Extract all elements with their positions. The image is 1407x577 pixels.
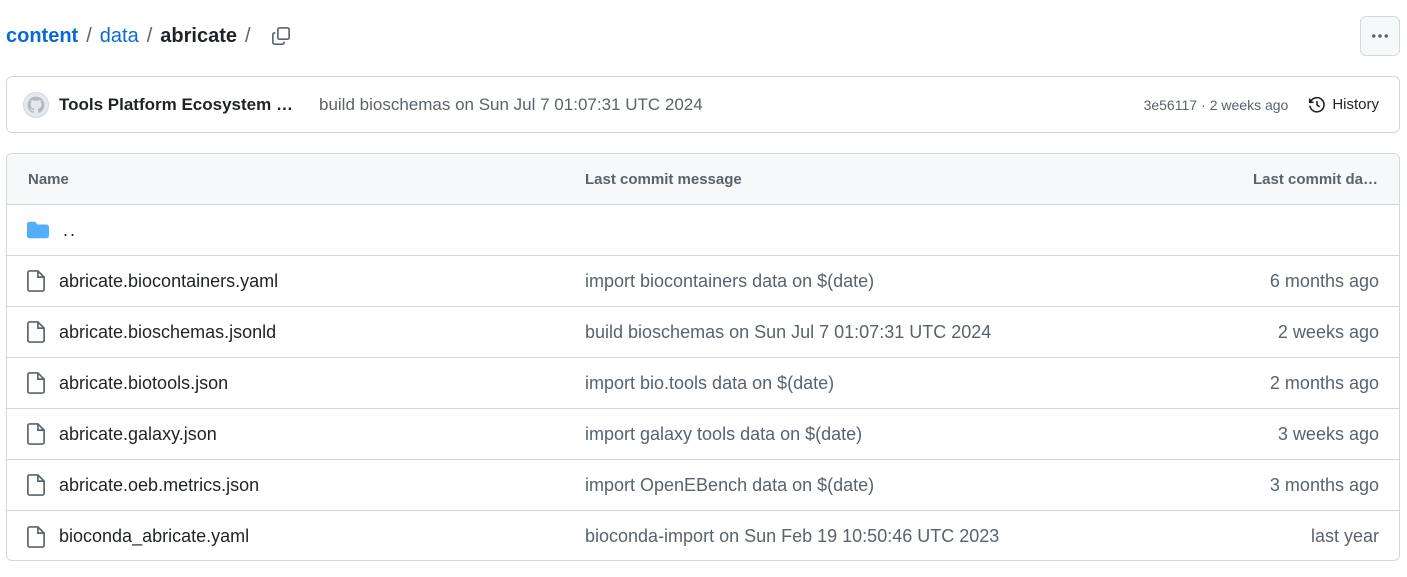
github-mark-icon bbox=[27, 96, 45, 113]
file-commit-message[interactable]: import bio.tools data on $(date) bbox=[585, 373, 834, 394]
file-name-link[interactable]: abricate.oeb.metrics.json bbox=[59, 475, 259, 496]
history-button[interactable]: History bbox=[1308, 96, 1379, 114]
history-icon bbox=[1309, 96, 1326, 113]
more-options-button[interactable] bbox=[1360, 16, 1400, 56]
table-row[interactable]: abricate.galaxy.json import galaxy tools… bbox=[7, 409, 1399, 460]
column-header-message: Last commit message bbox=[585, 170, 742, 188]
repo-directory-page: content / data / abricate / Tools Platfo… bbox=[0, 0, 1407, 577]
file-name-cell: abricate.bioschemas.jsonld bbox=[27, 321, 276, 343]
file-name-link[interactable]: abricate.galaxy.json bbox=[59, 424, 217, 445]
file-commit-message[interactable]: import biocontainers data on $(date) bbox=[585, 271, 874, 292]
column-header-name: Name bbox=[28, 170, 69, 188]
file-name-cell: abricate.oeb.metrics.json bbox=[27, 474, 259, 496]
file-commit-message[interactable]: bioconda-import on Sun Feb 19 10:50:46 U… bbox=[585, 526, 999, 547]
file-commit-message[interactable]: build bioschemas on Sun Jul 7 01:07:31 U… bbox=[585, 322, 991, 343]
history-label: History bbox=[1332, 96, 1379, 113]
file-icon bbox=[27, 270, 45, 292]
file-commit-date: 3 months ago bbox=[1269, 474, 1379, 495]
commit-author[interactable]: Tools Platform Ecosystem … bbox=[59, 95, 305, 115]
file-commit-date: 2 months ago bbox=[1269, 372, 1379, 393]
file-commit-message[interactable]: import OpenEBench data on $(date) bbox=[585, 475, 874, 496]
avatar[interactable] bbox=[23, 91, 49, 118]
file-commit-date: 6 months ago bbox=[1269, 270, 1379, 291]
breadcrumb-item-data[interactable]: data bbox=[100, 25, 139, 48]
file-name-cell: bioconda_abricate.yaml bbox=[27, 525, 249, 548]
breadcrumb-separator: / bbox=[86, 24, 92, 47]
breadcrumb-item-content[interactable]: content bbox=[6, 25, 78, 48]
breadcrumb-separator: / bbox=[245, 24, 251, 47]
table-header: Name Last commit message Last commit da… bbox=[7, 154, 1399, 205]
breadcrumb-separator: / bbox=[146, 24, 153, 47]
file-commit-date: 3 weeks ago bbox=[1277, 423, 1379, 444]
commit-age: 2 weeks ago bbox=[1209, 96, 1289, 113]
table-row[interactable]: bioconda_abricate.yaml bioconda-import o… bbox=[7, 511, 1399, 560]
table-row[interactable]: abricate.bioschemas.jsonld build biosche… bbox=[7, 307, 1399, 358]
commit-meta: 3e56117 · 2 weeks ago History bbox=[1144, 96, 1379, 114]
meta-separator: · bbox=[1201, 96, 1206, 113]
file-commit-message[interactable]: import galaxy tools data on $(date) bbox=[585, 424, 862, 445]
file-name-cell: abricate.biotools.json bbox=[27, 372, 228, 394]
column-header-date: Last commit da… bbox=[1252, 170, 1378, 188]
file-commit-date: 2 weeks ago bbox=[1277, 321, 1379, 342]
breadcrumb: content / data / abricate / bbox=[6, 20, 297, 52]
table-row[interactable]: abricate.biotools.json import bio.tools … bbox=[7, 358, 1399, 409]
commit-sha[interactable]: 3e56117 bbox=[1144, 97, 1197, 113]
file-icon bbox=[27, 321, 45, 343]
kebab-horizontal-icon bbox=[1372, 34, 1388, 38]
table-row[interactable]: abricate.oeb.metrics.json import OpenEBe… bbox=[7, 460, 1399, 511]
file-name-link[interactable]: abricate.biocontainers.yaml bbox=[59, 271, 278, 292]
copy-path-button[interactable] bbox=[265, 20, 297, 52]
table-row[interactable]: abricate.biocontainers.yaml import bioco… bbox=[7, 256, 1399, 307]
file-name-cell: abricate.biocontainers.yaml bbox=[27, 270, 278, 292]
copy-icon bbox=[271, 27, 290, 45]
commit-message[interactable]: build bioschemas on Sun Jul 7 01:07:31 U… bbox=[319, 95, 703, 115]
folder-icon bbox=[27, 221, 49, 239]
file-icon bbox=[27, 423, 45, 445]
parent-directory-cell: .. bbox=[27, 220, 77, 241]
file-name-cell: abricate.galaxy.json bbox=[27, 423, 217, 445]
file-name-link[interactable]: abricate.biotools.json bbox=[59, 373, 228, 394]
breadcrumb-current: abricate bbox=[160, 24, 237, 47]
parent-directory-link[interactable]: .. bbox=[63, 220, 77, 241]
file-table: Name Last commit message Last commit da…… bbox=[6, 153, 1400, 561]
file-commit-date: last year bbox=[1310, 526, 1379, 546]
file-icon bbox=[27, 474, 45, 496]
file-icon bbox=[27, 525, 45, 548]
file-name-link[interactable]: bioconda_abricate.yaml bbox=[59, 526, 249, 547]
latest-commit-bar: Tools Platform Ecosystem … build biosche… bbox=[6, 76, 1400, 133]
parent-directory-row[interactable]: .. bbox=[7, 205, 1399, 256]
file-name-link[interactable]: abricate.bioschemas.jsonld bbox=[59, 322, 276, 343]
file-icon bbox=[27, 372, 45, 394]
